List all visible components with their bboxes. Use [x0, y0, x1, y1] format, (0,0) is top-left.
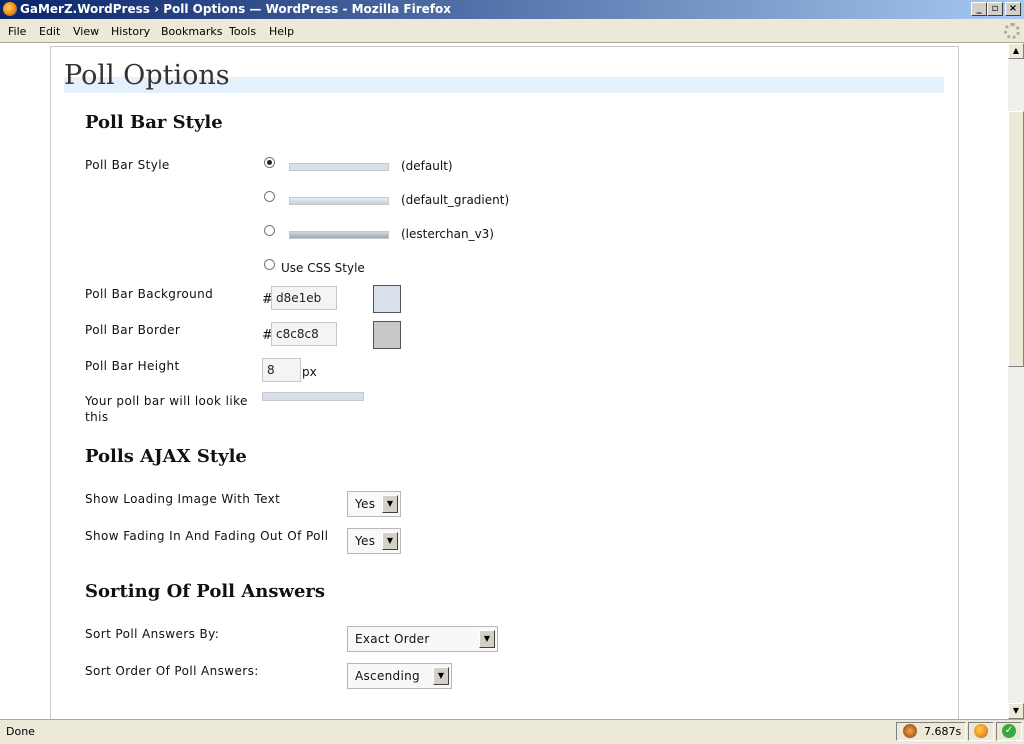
- menu-bookmarks[interactable]: Bookmarks: [161, 25, 222, 38]
- chevron-down-icon: ▼: [382, 532, 398, 550]
- bar-style-label: Poll Bar Style: [85, 158, 170, 172]
- chevron-down-icon: ▼: [382, 495, 398, 513]
- window-title-bar: GaMerZ.WordPress › Poll Options — WordPr…: [0, 0, 1024, 19]
- page-viewport: Poll Options Poll Bar Style Poll Bar Sty…: [0, 43, 1008, 719]
- sort-order-select-value: Ascending: [355, 669, 420, 683]
- option-label-lesterchan: (lesterchan_v3): [401, 227, 494, 241]
- menu-help[interactable]: Help: [269, 25, 294, 38]
- bar-border-label: Poll Bar Border: [85, 323, 181, 337]
- sort-order-select[interactable]: Ascending ▼: [347, 663, 452, 689]
- check-icon[interactable]: ✓: [1002, 724, 1016, 738]
- chevron-down-icon: ▼: [433, 667, 449, 685]
- bar-height-unit: px: [302, 365, 317, 379]
- menu-bar: File Edit View History Bookmarks Tools H…: [0, 19, 1024, 43]
- bar-sample-lesterchan: [289, 231, 389, 239]
- status-text: Done: [6, 725, 35, 738]
- status-bar: Done 7.687s ✓: [0, 719, 1024, 744]
- bar-border-swatch: [373, 321, 401, 349]
- bar-height-label: Poll Bar Height: [85, 359, 180, 373]
- window-title: GaMerZ.WordPress › Poll Options — WordPr…: [20, 2, 451, 16]
- bar-background-label: Poll Bar Background: [85, 287, 214, 301]
- firefox-icon: [3, 2, 17, 16]
- sort-order-label: Sort Order Of Poll Answers:: [85, 664, 259, 678]
- load-time: 7.687s: [924, 725, 962, 738]
- scroll-down-icon[interactable]: ▼: [1008, 703, 1024, 719]
- sort-by-label: Sort Poll Answers By:: [85, 627, 220, 641]
- section-heading-ajax: Polls AJAX Style: [85, 446, 247, 467]
- menu-file[interactable]: File: [8, 25, 26, 38]
- firefox-icon[interactable]: [974, 724, 988, 738]
- radio-bar-default-gradient[interactable]: [264, 191, 275, 202]
- bar-background-input[interactable]: [271, 286, 337, 310]
- scroll-up-icon[interactable]: ▲: [1008, 43, 1024, 59]
- bar-height-input[interactable]: [262, 358, 301, 382]
- scrollbar-thumb[interactable]: [1008, 111, 1024, 367]
- loading-label: Show Loading Image With Text: [85, 492, 281, 506]
- bar-preview-label: Your poll bar will look like this: [85, 394, 248, 424]
- section-heading-bar-style: Poll Bar Style: [85, 112, 223, 133]
- sort-by-select[interactable]: Exact Order ▼: [347, 626, 498, 652]
- bar-background-swatch: [373, 285, 401, 313]
- bar-border-input[interactable]: [271, 322, 337, 346]
- section-heading-sorting: Sorting Of Poll Answers: [85, 581, 326, 602]
- option-label-default-gradient: (default_gradient): [401, 193, 510, 207]
- menu-history[interactable]: History: [111, 25, 150, 38]
- throbber-icon: [1004, 23, 1020, 39]
- menu-tools[interactable]: Tools: [229, 25, 256, 38]
- fading-select-value: Yes: [355, 534, 376, 548]
- sort-by-select-value: Exact Order: [355, 632, 430, 646]
- bar-sample-default-gradient: [289, 197, 389, 205]
- yslow-icon[interactable]: [903, 724, 917, 738]
- page-title: Poll Options: [64, 60, 230, 91]
- chevron-down-icon: ▼: [479, 630, 495, 648]
- fading-label: Show Fading In And Fading Out Of Poll: [85, 529, 329, 543]
- options-panel: Poll Options Poll Bar Style Poll Bar Sty…: [50, 46, 959, 719]
- radio-bar-css[interactable]: [264, 259, 275, 270]
- bar-sample-default: [289, 163, 389, 171]
- close-button[interactable]: ×: [1005, 2, 1021, 16]
- vertical-scrollbar[interactable]: ▲ ▼: [1008, 43, 1024, 719]
- loading-select[interactable]: Yes ▼: [347, 491, 401, 517]
- menu-edit[interactable]: Edit: [39, 25, 60, 38]
- bar-preview: [262, 392, 364, 401]
- fading-select[interactable]: Yes ▼: [347, 528, 401, 554]
- radio-bar-lesterchan[interactable]: [264, 225, 275, 236]
- option-label-css: Use CSS Style: [281, 261, 365, 275]
- radio-bar-default[interactable]: [264, 157, 275, 168]
- maximize-button[interactable]: ▫: [987, 2, 1003, 16]
- loading-select-value: Yes: [355, 497, 376, 511]
- option-label-default: (default): [401, 159, 453, 173]
- minimize-button[interactable]: _: [971, 2, 987, 16]
- menu-view[interactable]: View: [73, 25, 99, 38]
